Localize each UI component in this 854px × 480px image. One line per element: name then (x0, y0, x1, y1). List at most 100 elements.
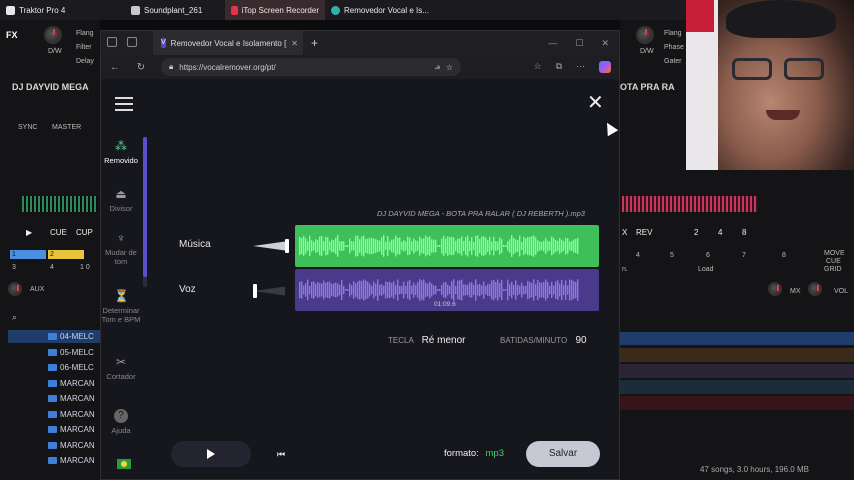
waveform-bar (459, 238, 461, 254)
waveform-bar (467, 284, 469, 296)
waveform-bar (499, 283, 501, 297)
sidebar-scrollbar[interactable] (143, 137, 147, 287)
waveform-bar (371, 285, 373, 295)
folder-row[interactable]: 05-MELC (48, 348, 94, 357)
time-small-label: 1 0 (80, 264, 90, 271)
master-button[interactable]: MASTER (52, 124, 81, 131)
deck-a-waveform[interactable] (22, 196, 98, 212)
vol-knob[interactable] (808, 282, 822, 296)
cue-button[interactable]: CUE (50, 228, 67, 237)
deck-b-waveform[interactable] (622, 196, 758, 212)
search-icon[interactable]: ⌕ (12, 312, 17, 323)
more-icon[interactable]: ··· (576, 61, 585, 73)
mx-knob[interactable] (768, 282, 782, 296)
waveform-bar (473, 241, 475, 251)
waveform-bar (357, 235, 359, 257)
waveform-bar (425, 235, 427, 257)
volume-thumb[interactable] (253, 284, 257, 298)
format-selector[interactable]: formato: mp3 (444, 448, 504, 459)
track-row[interactable] (620, 348, 854, 362)
read-aloud-icon[interactable]: ꭿ (435, 62, 440, 72)
waveform-bar (445, 281, 447, 299)
fx-b-knob[interactable] (636, 26, 654, 44)
sidebar-item-mudar-tom[interactable]: ♆ Mudar de tom (101, 231, 141, 266)
new-tab-icon[interactable]: + (311, 36, 318, 50)
sidebar-item-removido[interactable]: ⁂ Removido (101, 139, 141, 165)
copilot-icon[interactable] (599, 61, 611, 73)
folder-row[interactable]: MARCAN (48, 441, 95, 450)
refresh-icon[interactable]: ↻ (135, 62, 147, 73)
waveform-bar (341, 279, 343, 301)
folder-row[interactable]: 04-MELC (48, 332, 94, 341)
cup-button[interactable]: CUP (76, 228, 93, 237)
waveform-bar (431, 283, 433, 297)
waveform-bar (513, 237, 515, 255)
waveform-bar (491, 280, 493, 300)
minimize-icon[interactable]: — (548, 38, 557, 49)
play-icon[interactable]: ▶ (26, 228, 32, 237)
close-icon[interactable]: ✕ (587, 93, 604, 113)
sidebar-item-tom-bpm[interactable]: ⏳ Determinar Tom e BPM (101, 289, 141, 324)
volume-thumb[interactable] (285, 239, 289, 253)
pad-1[interactable]: 1 (10, 250, 46, 259)
sidebar-item-divisor[interactable]: ⏏ Divisor (101, 187, 141, 213)
taskbar-item-traktor[interactable]: Traktor Pro 4 (0, 0, 125, 20)
folder-row[interactable]: 06-MELC (48, 363, 94, 372)
close-window-icon[interactable]: ✕ (601, 38, 609, 49)
load-button[interactable]: Load (698, 266, 714, 273)
taskbar-item-soundplant[interactable]: Soundplant_261 (125, 0, 225, 20)
maximize-icon[interactable]: ☐ (575, 38, 583, 49)
tab-actions-icon[interactable] (127, 37, 137, 47)
rev-button[interactable]: REV (636, 228, 652, 237)
webcam-red-object (686, 0, 714, 32)
folder-row[interactable]: MARCAN (48, 410, 95, 419)
waveform-bar (527, 236, 529, 256)
folder-row[interactable]: MARCAN (48, 425, 95, 434)
workspace-icon[interactable] (107, 37, 117, 47)
sync-button[interactable]: SYNC (18, 124, 37, 131)
sidebar-item-cortador[interactable]: ✂ Cortador (101, 355, 141, 381)
save-button[interactable]: Salvar (526, 441, 600, 467)
track-row[interactable] (620, 364, 854, 378)
hamburger-menu-icon[interactable] (115, 97, 133, 111)
skip-back-icon[interactable]: ⏮ (277, 449, 287, 459)
folder-row[interactable]: MARCAN (48, 379, 95, 388)
waveform-bar (305, 238, 307, 254)
browser-tab[interactable]: V Removedor Vocal e Isolamento [ ✕ (153, 31, 303, 55)
taskbar-item-browser[interactable]: Removedor Vocal e Is... (325, 0, 435, 20)
beat-4-button[interactable]: 4 (718, 228, 722, 237)
play-button[interactable] (171, 441, 251, 467)
folder-row[interactable]: MARCAN (48, 394, 95, 403)
mx-label: MX (790, 288, 801, 295)
close-tab-icon[interactable]: ✕ (291, 39, 298, 48)
waveform-bar (507, 279, 509, 301)
voice-volume-slider[interactable] (253, 284, 289, 298)
track-row[interactable] (620, 380, 854, 394)
waveform-bar (407, 236, 409, 256)
music-waveform[interactable] (295, 225, 599, 267)
collections-icon[interactable]: ⧉ (556, 61, 562, 73)
waveform-bar (325, 236, 327, 256)
url-input[interactable]: 🔒︎ https://vocalremover.org/pt/ ꭿ ☆ (161, 58, 461, 76)
back-icon[interactable]: ← (109, 62, 121, 73)
waveform-bar (407, 281, 409, 299)
beat-8-button[interactable]: 8 (742, 228, 746, 237)
sidebar-item-ajuda[interactable]: ? Ajuda (101, 409, 141, 435)
beat-2-button[interactable]: 2 (694, 228, 698, 237)
folder-row[interactable]: MARCAN (48, 456, 95, 465)
favorite-star-icon[interactable]: ☆ (446, 63, 453, 72)
waveform-bar (501, 239, 503, 253)
taskbar-item-recorder[interactable]: iTop Screen Recorder (225, 0, 325, 20)
music-volume-slider[interactable] (253, 239, 289, 253)
fx-knob[interactable] (44, 26, 62, 44)
extensions-icon[interactable]: ☆ (533, 61, 541, 73)
pad-2[interactable]: 2 (48, 250, 84, 259)
track-row-selected[interactable] (620, 332, 854, 345)
move-label: MOVE (824, 250, 845, 257)
aux-knob[interactable] (8, 282, 22, 296)
waveform-bar (331, 283, 333, 297)
waveform-bar (421, 280, 423, 300)
bot-num-6: 6 (706, 252, 710, 259)
x-button[interactable]: X (622, 228, 627, 237)
track-row[interactable] (620, 396, 854, 410)
